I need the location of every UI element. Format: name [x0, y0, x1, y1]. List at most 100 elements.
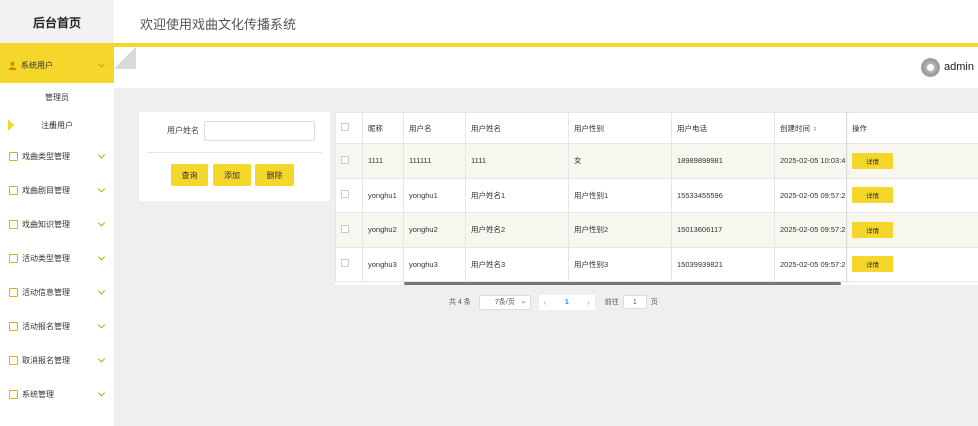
table-row: yonghu3 yonghu3 用户姓名3 用户性别3 15039939821 … [335, 246, 978, 282]
sidebar-item-system-users[interactable]: 系统用户 [0, 47, 114, 83]
row-checkbox[interactable] [341, 224, 349, 233]
goto-label: 前往 [604, 299, 619, 306]
cell-username: yonghu3 [403, 246, 466, 282]
sidebar-fold-icon[interactable] [114, 47, 136, 69]
select-all-checkbox[interactable] [341, 123, 349, 131]
cell-gender: 用户性别1 [568, 177, 672, 213]
fixed-column-shadow [846, 112, 849, 285]
sidebar-item-opera-type[interactable]: 戏曲类型管理 [0, 139, 114, 173]
chevron-down-icon [97, 389, 106, 397]
column-header: 用户性别 [568, 112, 672, 144]
sort-icon[interactable]: ⇕ [812, 127, 817, 133]
select-all-cell [335, 112, 363, 144]
sidebar-item-label: 戏曲知识管理 [22, 219, 70, 229]
cell-username: yonghu2 [403, 212, 466, 248]
username-search-input[interactable] [204, 121, 315, 141]
cell-nickname: yonghu2 [362, 212, 404, 248]
sidebar-item-label: 戏曲剧目管理 [22, 185, 70, 195]
cell-gender: 女 [568, 143, 672, 179]
detail-button[interactable]: 详情 [852, 152, 893, 169]
pointer-cursor-icon: ☝ [49, 120, 56, 131]
sidebar-item-activity-signup[interactable]: 活动报名管理 [0, 309, 114, 343]
pagination: 共 4 条 7条/页 ‹ 1 › 前往 1 页 [449, 294, 658, 310]
cell-phone: 15039939821 [671, 246, 775, 282]
row-checkbox[interactable] [341, 259, 349, 268]
sidebar-item-activity-type[interactable]: 活动类型管理 [0, 241, 114, 275]
sidebar-item-label: 活动信息管理 [22, 287, 70, 297]
column-header: 用户名 [403, 112, 466, 144]
note-icon [9, 151, 18, 161]
page-nav: ‹ 1 › [538, 294, 595, 310]
sidebar-item-label: 系统管理 [22, 389, 54, 399]
cell-nickname: 1111 [362, 143, 404, 179]
sidebar-item-label: 取消报名管理 [22, 355, 70, 365]
user-icon [8, 61, 17, 70]
query-button[interactable]: 查询 [171, 164, 208, 186]
goto-page-input[interactable]: 1 [622, 295, 647, 309]
sidebar: 系统用户 管理员 注册用户 ☝ 戏曲类型管理 戏曲剧目管理 戏曲知识管理 活动类… [0, 47, 114, 426]
total-count: 共 4 条 [449, 299, 471, 306]
sidebar-item-opera-knowledge[interactable]: 戏曲知识管理 [0, 207, 114, 241]
cell-gender: 用户性别2 [568, 212, 672, 248]
page-size-select[interactable]: 7条/页 [478, 294, 531, 310]
cell-created: 2025-02-05 09:57:28 [774, 246, 847, 282]
page-title: 欢迎使用戏曲文化传播系统 [140, 17, 297, 32]
page-size-value: 7条/页 [494, 299, 515, 306]
add-button[interactable]: 添加 [213, 164, 251, 186]
detail-button[interactable]: 详情 [852, 221, 893, 238]
divider [147, 152, 322, 153]
row-checkbox[interactable] [341, 155, 349, 164]
cell-phone: 15533455596 [671, 177, 775, 213]
header: 后台首页 欢迎使用戏曲文化传播系统 [0, 0, 978, 44]
search-panel: 用户姓名 查询 添加 删除 [139, 112, 330, 201]
current-page[interactable]: 1 [565, 299, 569, 306]
cell-actions: 详情 [846, 143, 978, 179]
row-checkbox[interactable] [341, 190, 349, 199]
sidebar-item-opera-repertoire[interactable]: 戏曲剧目管理 [0, 173, 114, 207]
cell-phone: 15013606117 [671, 212, 775, 248]
sidebar-subitem-admin[interactable]: 管理员 [0, 83, 114, 111]
sidebar-item-activity-info[interactable]: 活动信息管理 [0, 275, 114, 309]
chevron-down-icon [97, 219, 106, 227]
home-logo[interactable]: 后台首页 [0, 0, 114, 44]
table-row: yonghu1 yonghu1 用户姓名1 用户性别1 15533455596 … [335, 177, 978, 213]
image-icon [9, 389, 18, 399]
note-icon [9, 219, 18, 229]
detail-button[interactable]: 详情 [852, 256, 893, 273]
cell-created: 2025-02-05 09:57:28 [774, 177, 847, 213]
user-table: 昵称 用户名 用户姓名 用户性别 用户电话 创建时间 ⇕ 操作 1111 1111… [335, 112, 978, 285]
top-bar: admin [114, 47, 978, 88]
sidebar-item-system[interactable]: 系统管理 [0, 377, 114, 411]
horizontal-scrollbar[interactable] [404, 282, 841, 285]
column-header: 用户电话 [671, 112, 775, 144]
chevron-down-icon [97, 321, 106, 329]
sidebar-item-label: 活动报名管理 [22, 321, 70, 331]
chevron-down-icon [97, 287, 106, 295]
next-page-icon[interactable]: › [587, 298, 590, 307]
column-header: 操作 [846, 112, 978, 144]
sidebar-subitem-label: 管理员 [45, 92, 69, 102]
column-header-label: 创建时间 [780, 123, 810, 133]
column-header: 昵称 [362, 112, 404, 144]
cell-phone: 18989898981 [671, 143, 775, 179]
note-icon [9, 321, 18, 331]
cell-created: 2025-02-05 09:57:28 [774, 212, 847, 248]
cell-created: 2025-02-05 10:03:43 [774, 143, 847, 179]
cell-nickname: yonghu3 [362, 246, 404, 282]
column-header: 用户姓名 [465, 112, 569, 144]
sidebar-subitem-label: 注册用户 [41, 120, 73, 130]
username-label[interactable]: admin [944, 61, 974, 73]
sidebar-subitem-registered-users[interactable]: 注册用户 ☝ [0, 111, 114, 139]
sidebar-item-label: 戏曲类型管理 [22, 151, 70, 161]
cell-actions: 详情 [846, 212, 978, 248]
column-header-created[interactable]: 创建时间 ⇕ [774, 112, 847, 144]
cell-username: yonghu1 [403, 177, 466, 213]
delete-button[interactable]: 删除 [255, 164, 294, 186]
avatar[interactable] [921, 58, 940, 77]
chevron-down-icon [97, 253, 106, 261]
sidebar-item-cancel-signup[interactable]: 取消报名管理 [0, 343, 114, 377]
prev-page-icon[interactable]: ‹ [544, 298, 547, 307]
chevron-down-icon [97, 355, 106, 363]
detail-button[interactable]: 详情 [852, 187, 893, 204]
chevron-down-icon [97, 185, 106, 193]
